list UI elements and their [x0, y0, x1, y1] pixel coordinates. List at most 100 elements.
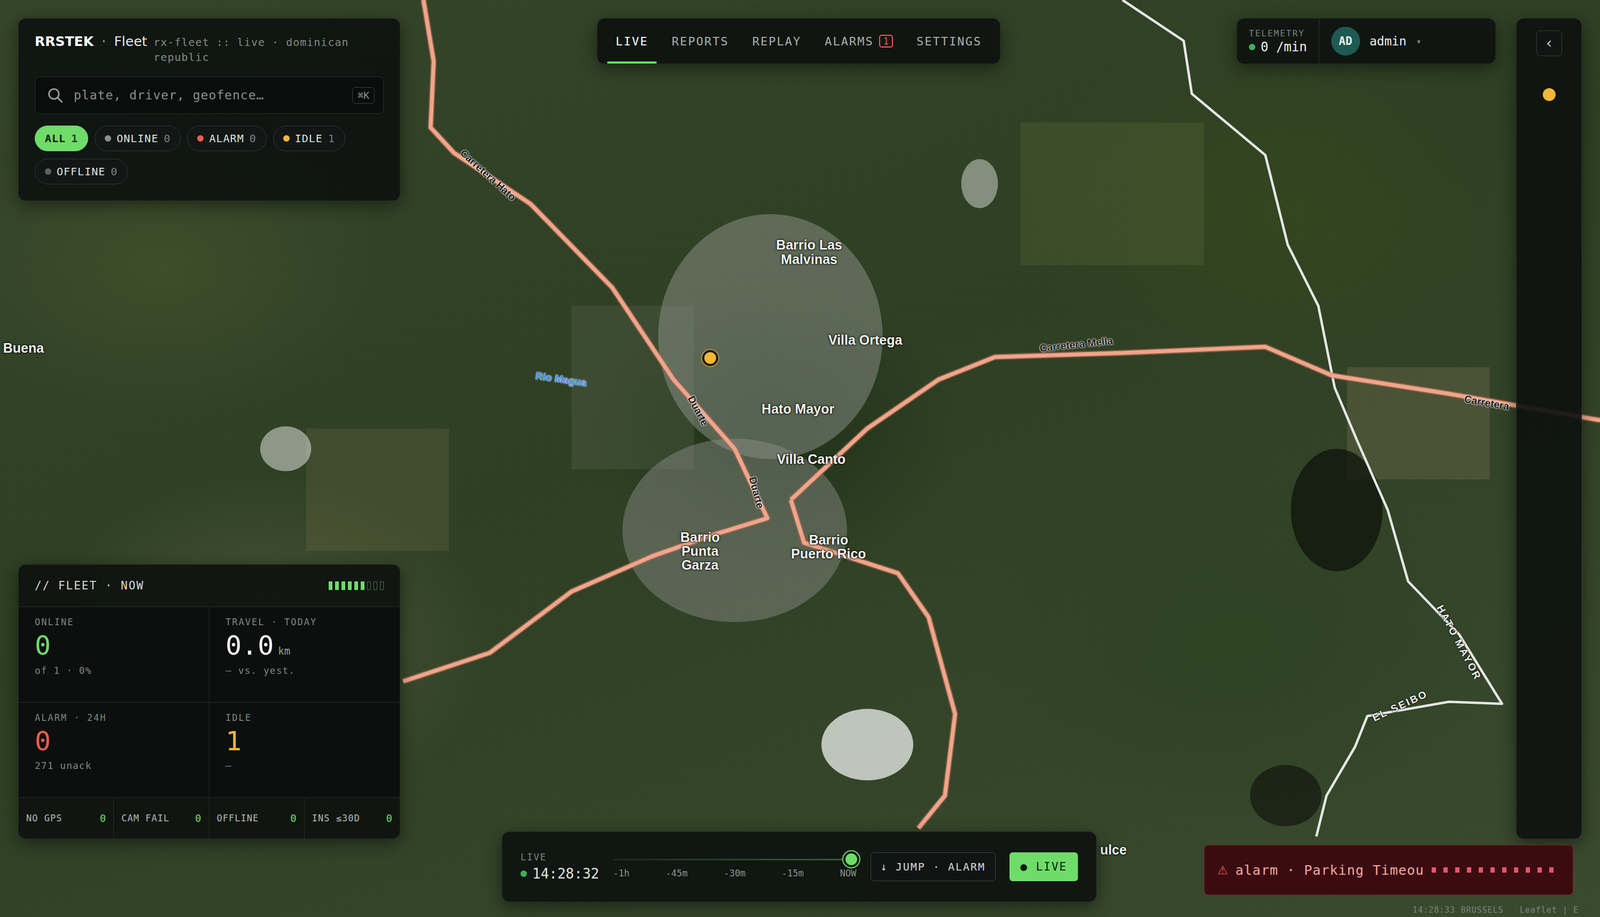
stat-value: 0.0km: [225, 630, 384, 662]
road: [790, 346, 1600, 500]
tab-badge: 1: [879, 34, 893, 48]
status-dot: [283, 135, 290, 142]
caret-icon: ▾: [1416, 36, 1422, 47]
counter-label: NO GPS: [26, 812, 62, 824]
filter-chip[interactable]: ALL 1: [34, 125, 89, 152]
map-label: Buena: [3, 340, 44, 355]
status-dot: [44, 168, 52, 175]
live-button[interactable]: ● LIVE: [1009, 852, 1078, 882]
timeline-scrubber[interactable]: -1h-45m-30m-15mNOW: [612, 855, 857, 879]
counter: OFFLINE 0: [209, 797, 305, 839]
shortcut-key: ⌘K: [352, 87, 375, 104]
meter-segment: [341, 581, 346, 590]
chip-count: 0: [249, 131, 257, 145]
stat-unit: km: [277, 645, 291, 657]
stat-sub: — vs. yest.: [225, 664, 384, 677]
fleet-header: // FLEET · NOW: [18, 564, 400, 608]
counter-label: INS ≤30D: [312, 812, 361, 824]
counter-value: 0: [195, 812, 201, 825]
vehicle-dot[interactable]: [1542, 88, 1556, 102]
counter-value: 0: [386, 812, 393, 825]
nav-tab[interactable]: LIVE: [604, 18, 659, 64]
jump-alarm-button[interactable]: ↓ JUMP · ALARM: [870, 852, 997, 882]
timeline-tick: -15m: [781, 867, 804, 879]
stat-sub: 271 unack: [34, 759, 193, 772]
chip-count: 0: [110, 165, 118, 178]
map-label: HATO MAYOR: [1434, 603, 1484, 682]
search-field[interactable]: plate, driver, geofence… ⌘K: [34, 76, 384, 114]
telemetry: TELEMETRY 0 /min: [1237, 18, 1320, 64]
filter-chip[interactable]: OFFLINE 0: [34, 158, 128, 185]
stat-value: 0: [34, 726, 193, 758]
stat-value: 1: [225, 726, 384, 758]
right-rail: ‹: [1516, 18, 1582, 840]
cloud: [260, 426, 312, 472]
filter-chip[interactable]: ALARM 0: [187, 125, 267, 152]
attribution: 14:28:33 BRUSSELS Leaflet | E: [1412, 905, 1579, 915]
filter-chip[interactable]: IDLE 1: [273, 125, 346, 152]
alarm-toast[interactable]: ⚠ alarm · Parking Timeou: [1204, 844, 1574, 896]
tab-label: ALARMS: [824, 34, 874, 49]
warning-icon: ⚠: [1217, 863, 1229, 877]
toast-progress: [1431, 867, 1560, 873]
nav-tab[interactable]: SETTINGS: [905, 18, 993, 64]
counter: NO GPS 0: [18, 797, 114, 839]
field: [1020, 122, 1205, 266]
stat-sub: —: [225, 759, 384, 772]
clock-readout: 14:28:33 BRUSSELS: [1412, 905, 1504, 915]
live-dot: [1248, 43, 1256, 51]
chip-label: ONLINE: [116, 131, 159, 145]
stat-label: IDLE: [225, 712, 384, 724]
nav-tab[interactable]: REPLAY: [741, 18, 812, 64]
filter-chip[interactable]: ONLINE 0: [94, 125, 181, 152]
brand-separator: ·: [99, 34, 108, 50]
chip-label: ALL: [44, 131, 66, 145]
timeline-fill: [612, 858, 851, 861]
meter-segment: [360, 581, 365, 590]
map-label: ulce: [1099, 842, 1127, 857]
timeline-mode: LIVE: [520, 851, 600, 863]
status-dot: [197, 135, 204, 142]
map-label: Barrio Las Malvinas: [769, 237, 850, 267]
cloud: [961, 159, 999, 209]
map-label: Carretera Hato: [457, 148, 518, 204]
chip-label: IDLE: [294, 131, 323, 145]
vehicle-marker[interactable]: [702, 350, 719, 367]
counter-label: CAM FAIL: [121, 812, 170, 824]
tab-label: LIVE: [615, 34, 649, 49]
filter-chips: ALL 1 ONLINE 0 ALARM 0 IDLE 1 OFFLINE 0: [34, 125, 384, 185]
fleet-app: BuenaCarretera HatoRio MaguaDuarteBarrio…: [0, 0, 1600, 917]
user-menu[interactable]: AD admin ▾: [1319, 18, 1496, 64]
activity-meter: [328, 581, 384, 590]
fleet-stats: ONLINE 0 of 1 · 0%TRAVEL · TODAY 0.0km —…: [18, 607, 400, 798]
chip-label: ALARM: [208, 131, 244, 145]
status-dot: [104, 135, 112, 142]
timeline-tick: -30m: [723, 867, 746, 879]
collapse-button[interactable]: ‹: [1536, 30, 1563, 57]
nav-tab[interactable]: REPORTS: [661, 18, 740, 64]
stat-cell: ALARM · 24H 0 271 unack: [18, 702, 209, 798]
timeline-time: 14:28:32: [520, 865, 600, 882]
tab-label: REPLAY: [752, 34, 802, 49]
map-label: Barrio Puerto Rico: [788, 532, 869, 562]
counter: INS ≤30D 0: [304, 797, 400, 839]
search-panel: RRSTEK · Fleet rx-fleet :: live · domini…: [18, 18, 401, 201]
timeline-clock: LIVE 14:28:32: [520, 851, 600, 882]
field: [306, 428, 449, 551]
chip-count: 1: [71, 131, 79, 145]
stat-label: ONLINE: [34, 616, 193, 628]
map-credit: Leaflet | E: [1519, 905, 1579, 915]
timeline-knob[interactable]: [843, 851, 860, 868]
nav-tab[interactable]: ALARMS 1: [813, 18, 904, 64]
timeline: LIVE 14:28:32 -1h-45m-30m-15mNOW ↓ JUMP …: [501, 831, 1097, 903]
fleet-counters: NO GPS 0CAM FAIL 0OFFLINE 0INS ≤30D 0: [18, 797, 400, 839]
meter-segment: [379, 581, 384, 590]
user-name: admin: [1369, 34, 1407, 49]
counter: CAM FAIL 0: [113, 797, 209, 839]
meter-segment: [347, 581, 352, 590]
search-icon: [45, 86, 65, 105]
brand-context: rx-fleet :: live · dominican republic: [153, 34, 384, 65]
avatar: AD: [1331, 26, 1361, 56]
live-dot: [520, 870, 527, 877]
meter-segment: [354, 581, 359, 590]
